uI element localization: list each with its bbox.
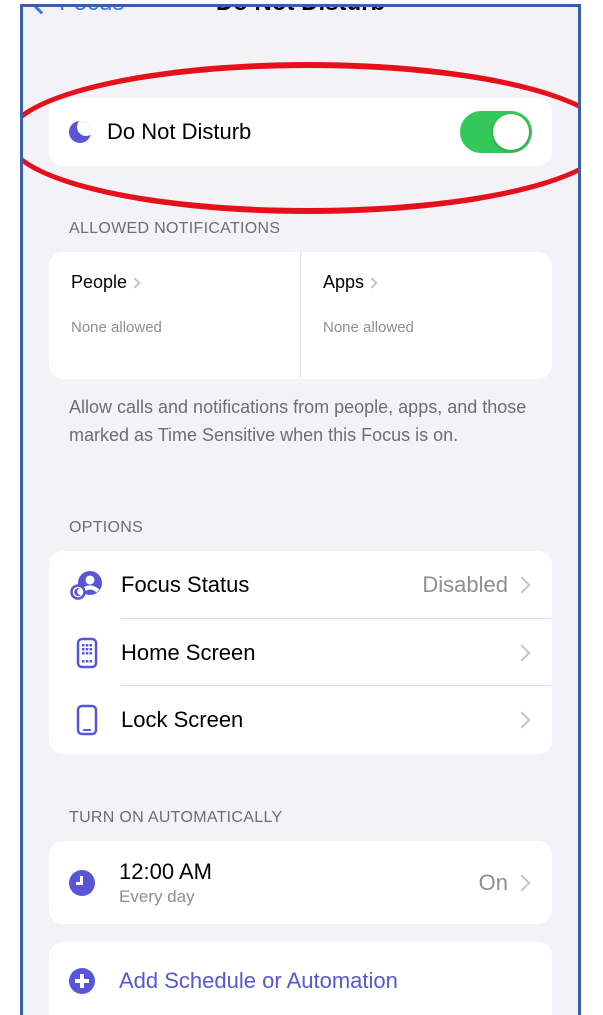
chevron-right-icon — [513, 576, 531, 594]
people-cell[interactable]: People None allowed — [49, 252, 300, 379]
option-home-screen[interactable]: Home Screen — [49, 619, 552, 687]
screen: Focus Do Not Disturb Do Not Disturb ALLO… — [20, 4, 581, 1015]
lock-screen-icon — [69, 702, 105, 738]
navigation-bar: Focus Do Not Disturb — [23, 7, 578, 29]
schedule-card: 12:00 AM Every day On — [49, 841, 552, 924]
dnd-card: Do Not Disturb — [49, 98, 552, 166]
moon-icon — [69, 121, 91, 143]
add-automation-card: Add Schedule or Automation — [49, 942, 552, 1015]
schedule-time: 12:00 AM — [119, 858, 212, 884]
option-value: Disabled — [422, 571, 508, 597]
schedule-state: On — [478, 869, 508, 895]
schedule-row[interactable]: 12:00 AM Every day On — [49, 841, 552, 924]
dnd-toggle[interactable] — [460, 111, 532, 153]
people-value: None allowed — [71, 319, 162, 336]
option-lock-screen[interactable]: Lock Screen — [49, 686, 552, 754]
page-title: Do Not Disturb — [23, 7, 578, 17]
people-title: People — [71, 272, 128, 292]
allowed-notifications-footer: Allow calls and notifications from peopl… — [69, 397, 527, 445]
apps-cell[interactable]: Apps None allowed — [300, 252, 552, 379]
apps-value: None allowed — [323, 319, 414, 336]
turn-on-automatically-header: TURN ON AUTOMATICALLY — [69, 809, 283, 826]
add-schedule-button[interactable]: Add Schedule or Automation — [49, 942, 552, 1015]
toggle-knob — [493, 114, 529, 150]
allowed-notifications-header: ALLOWED NOTIFICATIONS — [69, 220, 281, 237]
chevron-right-icon — [513, 874, 531, 891]
plus-circle-icon — [69, 968, 95, 994]
option-label: Focus Status — [121, 571, 250, 597]
options-card: Focus Status Disabled Home Screen Lock S… — [49, 551, 552, 754]
option-label: Lock Screen — [121, 707, 244, 733]
dnd-label: Do Not Disturb — [107, 119, 252, 144]
chevron-right-icon — [513, 644, 531, 662]
chevron-right-icon — [129, 276, 141, 289]
schedule-repeat: Every day — [119, 886, 195, 906]
option-focus-status[interactable]: Focus Status Disabled — [49, 551, 552, 619]
chevron-right-icon — [513, 711, 531, 729]
option-label: Home Screen — [121, 639, 256, 665]
chevron-right-icon — [366, 276, 378, 289]
home-screen-icon — [69, 635, 105, 671]
options-header: OPTIONS — [69, 519, 144, 536]
allowed-notifications-card: People None allowed Apps None allowed — [49, 252, 552, 379]
apps-title: Apps — [323, 272, 365, 292]
clock-icon — [69, 869, 95, 896]
dnd-row: Do Not Disturb — [49, 98, 552, 166]
add-schedule-label: Add Schedule or Automation — [119, 968, 398, 993]
focus-status-icon — [69, 567, 105, 603]
